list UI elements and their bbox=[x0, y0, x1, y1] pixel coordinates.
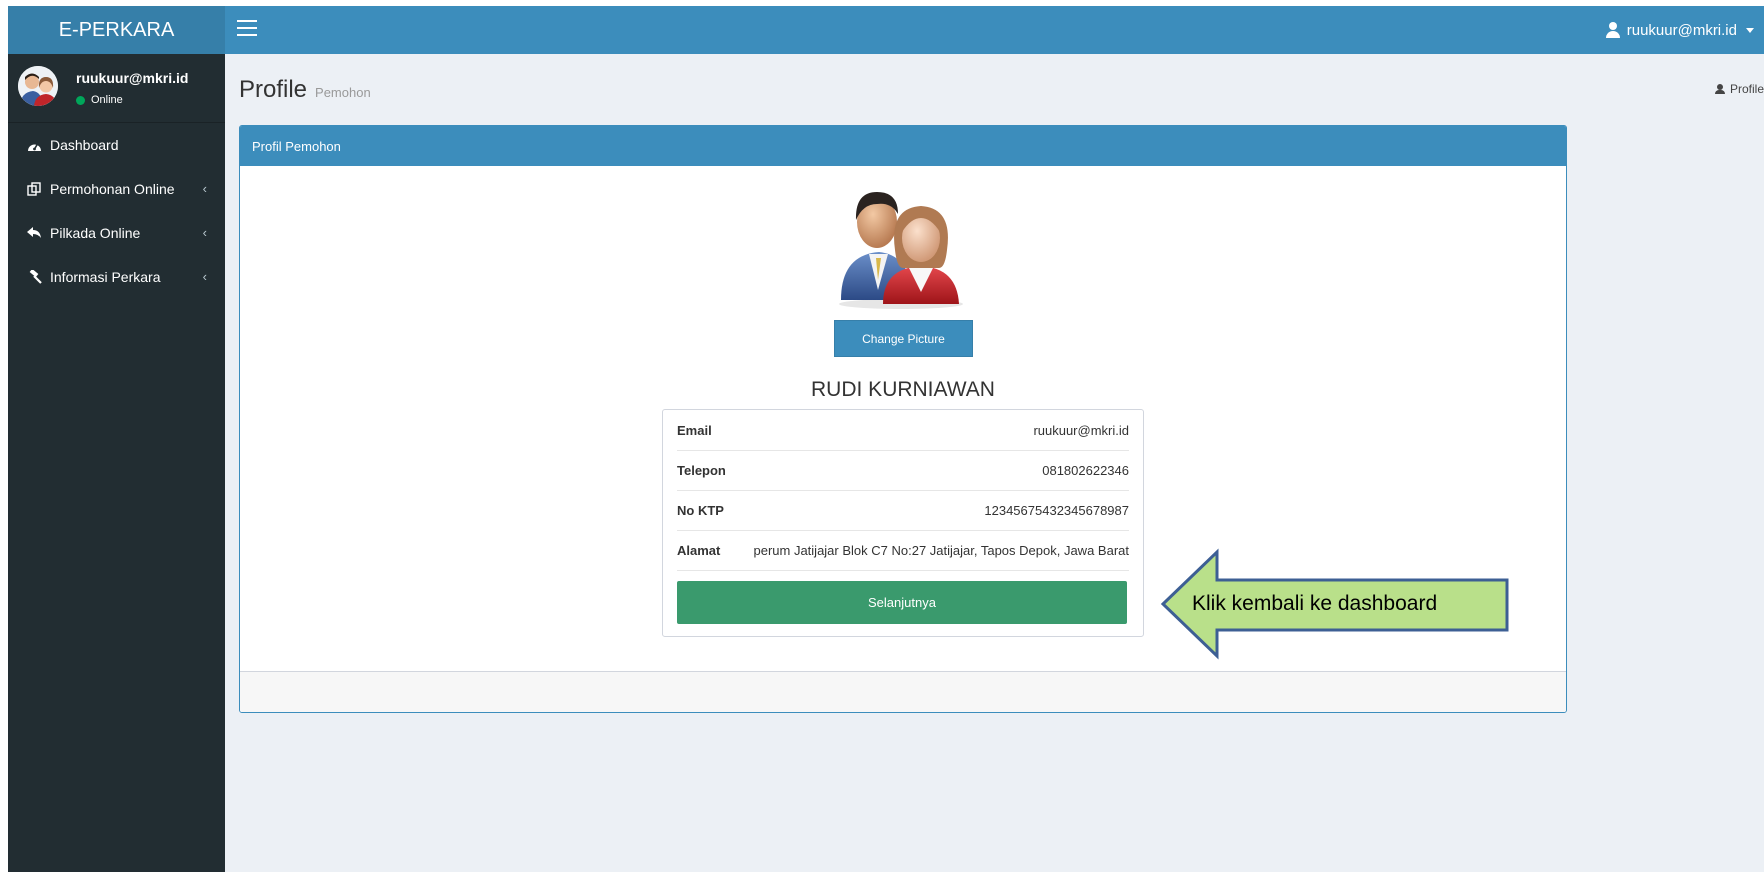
page-subtitle: Pemohon bbox=[315, 85, 371, 100]
page-header: Profile Pemohon bbox=[239, 76, 371, 104]
info-row-no-ktp: No KTP 12345675432345678987 bbox=[677, 490, 1129, 531]
chevron-left-icon: ‹ bbox=[202, 225, 207, 240]
profile-info-card: Email ruukuur@mkri.id Telepon 0818026223… bbox=[662, 409, 1144, 637]
profile-picture bbox=[831, 180, 971, 310]
copy-icon bbox=[26, 181, 42, 197]
box-footer bbox=[240, 671, 1566, 712]
gavel-icon bbox=[26, 269, 42, 285]
selanjutnya-button[interactable]: Selanjutnya bbox=[677, 581, 1127, 624]
caret-down-icon bbox=[1746, 27, 1754, 33]
app-window: E-PERKARA ruukuur@mkri.id ruukuur@mkri.i… bbox=[8, 6, 1764, 872]
info-row-telepon: Telepon 081802622346 bbox=[677, 450, 1129, 491]
app-logo[interactable]: E-PERKARA bbox=[8, 6, 225, 54]
user-panel: ruukuur@mkri.id Online bbox=[8, 54, 225, 123]
info-row-alamat: Alamat perum Jatijajar Blok C7 No:27 Jat… bbox=[677, 530, 1129, 571]
reply-icon bbox=[26, 225, 42, 241]
sidebar-item-label: Dashboard bbox=[50, 137, 119, 153]
online-dot-icon bbox=[76, 95, 85, 105]
user-menu[interactable]: ruukuur@mkri.id bbox=[1605, 6, 1754, 54]
sidebar-item-informasi-perkara[interactable]: Informasi Perkara ‹ bbox=[8, 255, 225, 299]
top-navbar: ruukuur@mkri.id bbox=[225, 6, 1764, 54]
info-label: No KTP bbox=[677, 502, 724, 518]
user-icon bbox=[1714, 84, 1725, 94]
dashboard-icon bbox=[26, 137, 42, 153]
sidebar-user-name: ruukuur@mkri.id bbox=[76, 70, 189, 86]
sidebar-item-label: Pilkada Online bbox=[50, 225, 141, 241]
info-value: ruukuur@mkri.id bbox=[1033, 422, 1129, 438]
user-menu-email: ruukuur@mkri.id bbox=[1626, 21, 1737, 39]
sidebar-item-pilkada-online[interactable]: Pilkada Online ‹ bbox=[8, 211, 225, 255]
callout-text: Klik kembali ke dashboard bbox=[1192, 592, 1438, 615]
box-title: Profil Pemohon bbox=[240, 126, 1566, 166]
sidebar: ruukuur@mkri.id Online Dashboard Permoho… bbox=[8, 54, 225, 872]
sidebar-item-label: Informasi Perkara bbox=[50, 269, 161, 285]
sidebar-item-permohonan-online[interactable]: Permohonan Online ‹ bbox=[8, 167, 225, 211]
info-value: 12345675432345678987 bbox=[984, 502, 1129, 518]
info-label: Telepon bbox=[677, 462, 726, 478]
main-content: Profile Pemohon Profile Profil Pemohon C… bbox=[225, 54, 1764, 872]
info-label: Email bbox=[677, 422, 712, 438]
info-value: 081802622346 bbox=[1042, 462, 1129, 478]
avatar bbox=[18, 66, 58, 106]
profile-name: RUDI KURNIAWAN bbox=[811, 378, 995, 401]
info-row-email: Email ruukuur@mkri.id bbox=[677, 410, 1129, 451]
breadcrumb-item: Profile bbox=[1729, 82, 1764, 96]
info-label: Alamat bbox=[677, 542, 721, 558]
online-status: Online bbox=[76, 94, 123, 106]
info-value: perum Jatijajar Blok C7 No:27 Jatijajar,… bbox=[753, 542, 1129, 558]
chevron-left-icon: ‹ bbox=[202, 269, 207, 284]
breadcrumb[interactable]: Profile bbox=[1714, 82, 1764, 96]
menu-toggle-icon[interactable] bbox=[237, 20, 257, 36]
page-title: Profile bbox=[239, 76, 308, 103]
user-icon bbox=[1605, 22, 1621, 38]
change-picture-button[interactable]: Change Picture bbox=[834, 320, 973, 357]
status-text: Online bbox=[91, 94, 123, 106]
sidebar-item-dashboard[interactable]: Dashboard bbox=[8, 123, 225, 167]
chevron-left-icon: ‹ bbox=[202, 181, 207, 196]
sidebar-item-label: Permohonan Online bbox=[50, 181, 175, 197]
